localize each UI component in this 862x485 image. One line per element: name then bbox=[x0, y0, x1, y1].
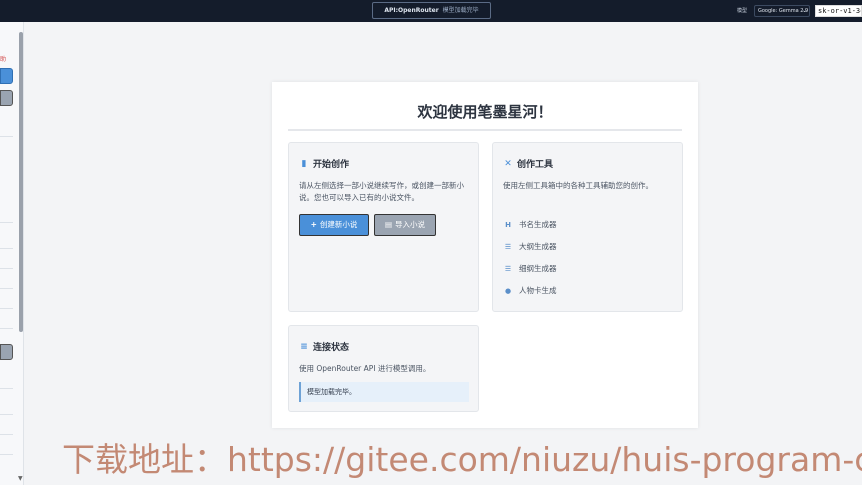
user-icon: ● bbox=[504, 286, 512, 295]
chevron-down-icon: ⌄ bbox=[801, 7, 807, 14]
sidebar-primary-button[interactable] bbox=[0, 68, 13, 84]
tools-panel: ✕ 创作工具 使用左侧工具箱中的各种工具辅助您的创作。 H 书名生成器 ☰ 大纲… bbox=[492, 142, 683, 312]
create-novel-label: 创建新小说 bbox=[319, 220, 358, 229]
api-status-text: 模型加载完毕 bbox=[442, 7, 479, 14]
server-icon: ≡ bbox=[300, 341, 308, 352]
tool-item-label: 书名生成器 bbox=[519, 220, 557, 229]
tools-panel-header: ✕ 创作工具 bbox=[503, 157, 554, 171]
import-novel-label: 导入小说 bbox=[395, 220, 426, 229]
tool-item-outline-generator[interactable]: ☰ 大纲生成器 bbox=[503, 241, 557, 252]
api-key-input[interactable]: sk-or-v1-3c1a bbox=[815, 5, 862, 17]
api-provider-label: API:OpenRouter bbox=[384, 7, 439, 14]
heading-icon: H bbox=[505, 220, 511, 229]
sidebar-divider bbox=[0, 388, 13, 389]
book-icon: ▮ bbox=[301, 158, 307, 169]
sidebar-divider bbox=[0, 308, 13, 309]
download-watermark: 下载地址：https://gitee.com/niuzu/huis-progra… bbox=[62, 440, 862, 479]
status-alert: 模型加载完毕。 bbox=[299, 382, 469, 402]
sidebar-scrollbar[interactable] bbox=[19, 32, 23, 332]
list-icon: ☰ bbox=[504, 264, 512, 273]
sidebar-divider bbox=[0, 222, 13, 223]
status-panel-text: 使用 OpenRouter API 进行模型调用。 bbox=[299, 364, 431, 373]
sidebar-divider bbox=[0, 434, 13, 435]
sidebar-secondary-button[interactable] bbox=[0, 90, 13, 106]
tool-item-title-generator[interactable]: H 书名生成器 bbox=[503, 219, 557, 230]
sidebar-red-text: 助 bbox=[0, 56, 7, 63]
scroll-down-icon[interactable]: ▼ bbox=[18, 475, 23, 482]
tools-panel-title: 创作工具 bbox=[517, 160, 554, 170]
tool-item-label: 人物卡生成 bbox=[519, 286, 557, 295]
tools-icon: ✕ bbox=[504, 158, 512, 169]
sidebar: 助 ▼ bbox=[0, 22, 24, 485]
plus-icon: + bbox=[310, 220, 317, 229]
tool-item-detail-outline-generator[interactable]: ☰ 细纲生成器 bbox=[503, 263, 557, 274]
sidebar-tool-button[interactable] bbox=[0, 344, 13, 360]
start-panel-header: ▮ 开始创作 bbox=[299, 157, 350, 171]
sidebar-divider bbox=[0, 414, 13, 415]
title-divider bbox=[288, 129, 682, 131]
tools-panel-text: 使用左侧工具箱中的各种工具辅助您的创作。 bbox=[503, 181, 653, 190]
welcome-card: 欢迎使用笔墨星河！ ▮ 开始创作 请从左侧选择一部小说继续写作，或创建一部新小说… bbox=[272, 82, 698, 428]
file-import-icon: ▤ bbox=[384, 220, 393, 229]
model-label: 模型 bbox=[737, 8, 748, 14]
status-panel-header: ≡ 连接状态 bbox=[299, 340, 350, 354]
sidebar-divider bbox=[0, 248, 13, 249]
list-icon: ☰ bbox=[504, 242, 512, 251]
sidebar-divider bbox=[0, 136, 13, 137]
start-panel-title: 开始创作 bbox=[313, 160, 350, 170]
connection-status-panel: ≡ 连接状态 使用 OpenRouter API 进行模型调用。 模型加载完毕。 bbox=[288, 325, 479, 412]
status-panel-title: 连接状态 bbox=[313, 343, 350, 353]
start-panel: ▮ 开始创作 请从左侧选择一部小说继续写作，或创建一部新小说。您也可以导入已有的… bbox=[288, 142, 479, 312]
model-select[interactable]: Google: Gemma 2 9 ⌄ bbox=[754, 5, 810, 17]
sidebar-divider bbox=[0, 268, 13, 269]
import-novel-button[interactable]: ▤ 导入小说 bbox=[374, 214, 436, 236]
sidebar-divider bbox=[0, 288, 13, 289]
sidebar-divider bbox=[0, 328, 13, 329]
start-panel-text: 请从左侧选择一部小说继续写作，或创建一部新小说。您也可以导入已有的小说文件。 bbox=[299, 181, 464, 202]
sidebar-divider bbox=[0, 454, 13, 455]
tool-item-label: 细纲生成器 bbox=[519, 264, 557, 273]
tool-item-label: 大纲生成器 bbox=[519, 242, 557, 251]
top-bar: API:OpenRouter 模型加载完毕 模型 Google: Gemma 2 … bbox=[0, 0, 862, 22]
page-title: 欢迎使用笔墨星河！ bbox=[417, 103, 553, 121]
create-novel-button[interactable]: + 创建新小说 bbox=[299, 214, 369, 236]
api-status-box: API:OpenRouter 模型加载完毕 bbox=[372, 2, 491, 19]
tool-item-character-card[interactable]: ● 人物卡生成 bbox=[503, 285, 557, 296]
model-select-value: Google: Gemma 2 9 bbox=[758, 8, 809, 14]
